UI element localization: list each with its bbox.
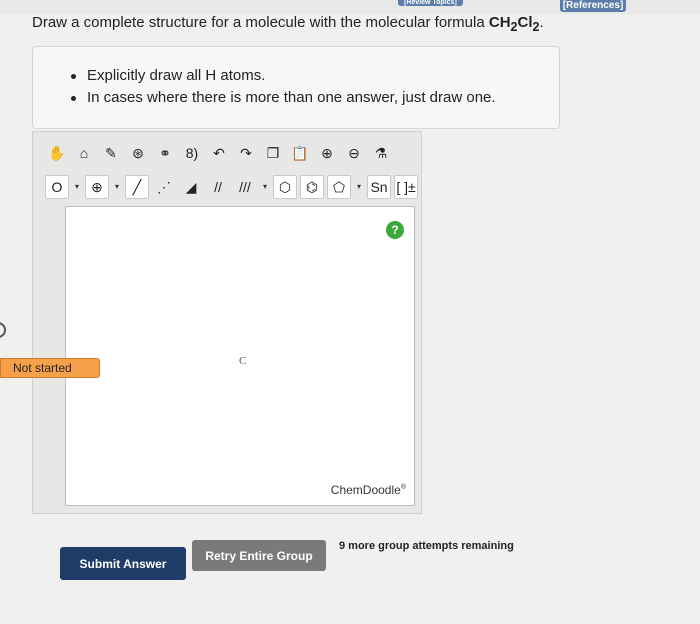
instruction-item: Explicitly draw all H atoms. — [71, 65, 496, 87]
undo-icon[interactable]: ↶ — [207, 141, 231, 165]
instructions-list: Explicitly draw all H atoms. In cases wh… — [71, 65, 496, 109]
formula-cl: Cl — [517, 14, 533, 31]
toolbar-row-1: ✋ ⌂ ✎ ⊛ ⚭ 8) ↶ ↷ ❐ 📋 ⊕ ⊖ ⚗ — [45, 140, 393, 166]
chemdoodle-brand: ChemDoodle® — [331, 483, 406, 497]
zoom-out-icon[interactable]: ⊖ — [342, 141, 366, 165]
charge-plus-icon[interactable]: ⊕ — [85, 175, 109, 199]
bracket-icon[interactable]: [ ]± — [394, 175, 418, 199]
molecular-formula: CH2Cl2 — [488, 14, 540, 34]
ring-cyclohexane-icon[interactable]: ⬡ — [273, 175, 297, 199]
question-text: Draw a complete structure for a molecule… — [32, 14, 489, 31]
dropdown-arrow-icon[interactable]: ▾ — [260, 175, 270, 199]
hand-icon[interactable]: ✋ — [45, 141, 69, 165]
drawing-canvas[interactable]: ? C ChemDoodle® — [65, 206, 415, 506]
review-topics-link[interactable]: [Review Topics] — [398, 0, 463, 6]
redo-icon[interactable]: ↷ — [234, 141, 258, 165]
references-button[interactable]: [References] — [560, 0, 626, 12]
side-expand-handle[interactable] — [0, 322, 6, 338]
ring-benzene-icon[interactable]: ⌬ — [300, 175, 324, 199]
top-bar: [Review Topics] [References] — [0, 0, 700, 14]
submit-answer-button[interactable]: Submit Answer — [60, 547, 186, 580]
carbon-atom-label[interactable]: C — [239, 355, 246, 367]
zoom-in-icon[interactable]: ⊕ — [315, 141, 339, 165]
atom-o-icon[interactable]: O — [45, 175, 69, 199]
center-icon[interactable]: ⊛ — [126, 141, 150, 165]
instruction-item: In cases where there is more than one an… — [71, 87, 496, 109]
retry-group-button[interactable]: Retry Entire Group — [192, 540, 326, 571]
dropdown-arrow-icon[interactable]: ▾ — [72, 175, 82, 199]
single-bond-icon[interactable]: ╱ — [125, 175, 149, 199]
question-prompt: Draw a complete structure for a molecule… — [32, 14, 544, 34]
status-badge: Not started — [0, 358, 100, 378]
eraser-icon[interactable]: ✎ — [99, 141, 123, 165]
paste-icon[interactable]: 📋 — [288, 141, 312, 165]
toolbar-row-2: O ▾ ⊕ ▾ ╱ ⋰ ◢/////▾ ⬡ ⌬ ⬠ ▾ Sn[ ]± — [45, 174, 418, 200]
polymer-icon[interactable]: Sn — [367, 175, 391, 199]
copy-icon[interactable]: ❐ — [261, 141, 285, 165]
instructions-box: Explicitly draw all H atoms. In cases wh… — [32, 46, 560, 129]
ring-template-icon[interactable]: 8) — [180, 141, 204, 165]
chemdoodle-editor: ✋ ⌂ ✎ ⊛ ⚭ 8) ↶ ↷ ❐ 📋 ⊕ ⊖ ⚗ O ▾ ⊕ ▾ ╱ ⋰ ◢/////▾ ⬡ ⌬ ⬠ ▾ Sn[ ]± ?… — [32, 131, 422, 514]
dropdown-arrow-icon[interactable]: ▾ — [112, 175, 122, 199]
attempts-remaining: 9 more group attempts remaining — [339, 540, 514, 552]
clean-icon[interactable]: ⚗ — [369, 141, 393, 165]
template-icon[interactable]: ⚭ — [153, 141, 177, 165]
help-icon[interactable]: ? — [386, 221, 404, 239]
triple-bond-icon[interactable]: /// — [233, 175, 257, 199]
formula-ch: CH — [488, 14, 511, 31]
lasso-icon[interactable]: ⌂ — [72, 141, 96, 165]
brand-text: ChemDoodle — [330, 483, 401, 497]
brand-mark: ® — [400, 484, 406, 491]
double-bond-icon[interactable]: // — [206, 175, 230, 199]
ring-pentagon-icon[interactable]: ⬠ — [327, 175, 351, 199]
dropdown-arrow-icon[interactable]: ▾ — [354, 175, 364, 199]
wedge-bond-icon[interactable]: ◢ — [179, 175, 203, 199]
formula-period: . — [539, 14, 544, 31]
hash-bond-icon[interactable]: ⋰ — [152, 175, 176, 199]
